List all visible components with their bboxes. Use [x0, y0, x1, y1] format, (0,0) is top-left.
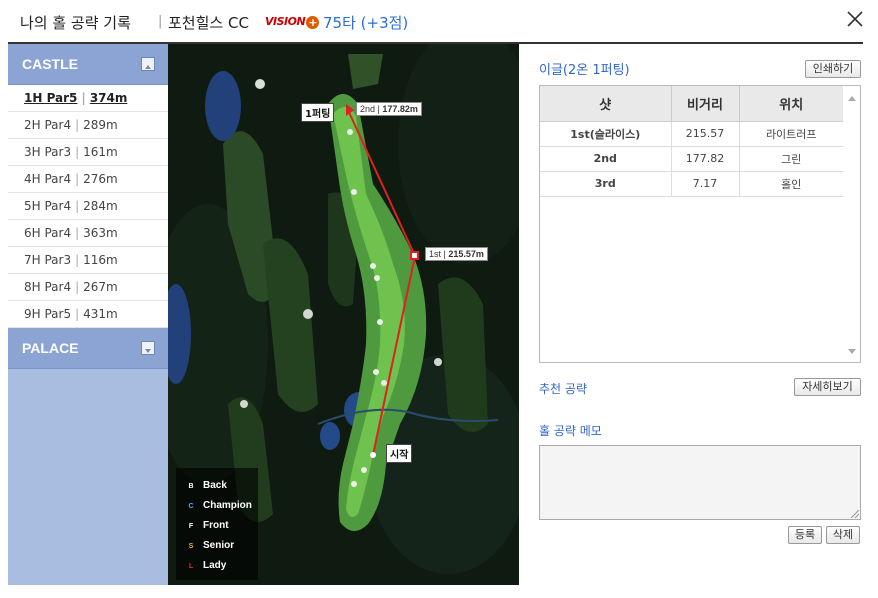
- delete-button[interactable]: 삭제: [826, 526, 860, 544]
- recommend-label: 추천 공략: [539, 382, 587, 396]
- dialog-header: 나의 홀 공략 기록 | 포천힐스 CC VISION + 75타 (+3점): [0, 0, 878, 44]
- tee-marker-icon: B: [188, 483, 194, 490]
- table-scrollbar[interactable]: [843, 86, 860, 362]
- course-header-palace[interactable]: PALACE: [8, 328, 168, 369]
- legend-senior: S Senior: [186, 540, 234, 551]
- page-title: 나의 홀 공략 기록: [20, 14, 131, 32]
- score-summary: 75타 (+3점): [323, 14, 409, 32]
- column-header: 샷: [540, 86, 672, 122]
- shot-table: 샷 비거리 위치 1st(슬라이스) 215.57 라이트러프 2nd 177.…: [539, 85, 861, 363]
- course-name: 포천힐스 CC: [168, 14, 249, 32]
- tee-legend: B Back C Champion F Front S Senior L Lady: [176, 468, 258, 580]
- course-header-castle[interactable]: CASTLE: [8, 44, 168, 85]
- table-row: 1st(슬라이스) 215.57 라이트러프: [540, 121, 844, 147]
- hole-item-6[interactable]: 6H Par4 | 363m: [8, 220, 168, 247]
- tee-marker-icon: F: [188, 523, 194, 530]
- hole-list: 1H Par5 | 374m 2H Par4 | 289m 3H Par3 | 161m 4…: [8, 85, 168, 328]
- memo-textarea[interactable]: [539, 445, 861, 520]
- hole-item-4[interactable]: 4H Par4 | 276m: [8, 166, 168, 193]
- hole-item-9[interactable]: 9H Par5 | 431m: [8, 301, 168, 328]
- result-title: 이글(2온 1퍼팅): [539, 63, 630, 78]
- memo-label: 홀 공략 메모: [539, 424, 602, 438]
- collapse-icon[interactable]: [141, 57, 155, 71]
- column-header: 비거리: [671, 86, 740, 122]
- table-header: 샷 비거리 위치: [540, 86, 844, 122]
- close-icon[interactable]: [846, 10, 864, 28]
- title-separator: |: [158, 14, 163, 29]
- legend-champion: C Champion: [186, 500, 251, 511]
- hole-item-2[interactable]: 2H Par4 | 289m: [8, 112, 168, 139]
- print-button[interactable]: 인쇄하기: [805, 60, 861, 78]
- hole-item-1[interactable]: 1H Par5 | 374m: [8, 85, 168, 112]
- course-label: CASTLE: [22, 56, 78, 72]
- expand-icon[interactable]: [141, 341, 155, 355]
- course-sidebar: CASTLE 1H Par5 | 374m 2H Par4 | 289m 3H Par3…: [8, 44, 168, 585]
- shot-tag-2nd: 2nd | 177.82m: [356, 102, 422, 116]
- scroll-up-icon[interactable]: [848, 96, 856, 101]
- table-row: 3rd 7.17 홀인: [540, 171, 844, 197]
- tee-marker-icon: L: [188, 563, 194, 570]
- green-putt-label: 1퍼팅: [301, 103, 335, 122]
- detail-button[interactable]: 자세히보기: [794, 378, 861, 396]
- register-button[interactable]: 등록: [788, 526, 822, 544]
- hole-item-3[interactable]: 3H Par3 | 161m: [8, 139, 168, 166]
- column-header: 위치: [739, 86, 844, 122]
- hole-map[interactable]: 1퍼팅 2nd | 177.82m 1st | 215.57m 시작 B Back…: [168, 44, 519, 585]
- hole-item-8[interactable]: 8H Par4 | 267m: [8, 274, 168, 301]
- legend-back: B Back: [186, 480, 226, 491]
- scroll-down-icon[interactable]: [848, 349, 856, 354]
- legend-front: F Front: [186, 520, 229, 531]
- legend-lady: L Lady: [186, 560, 226, 571]
- plus-icon: +: [306, 16, 320, 29]
- tee-marker-icon: C: [188, 503, 194, 510]
- tee-marker-icon: S: [188, 543, 194, 550]
- hole-item-5[interactable]: 5H Par4 | 284m: [8, 193, 168, 220]
- vision-logo: VISION +: [265, 15, 320, 29]
- course-label: PALACE: [22, 340, 79, 356]
- table-row: 2nd 177.82 그린: [540, 146, 844, 172]
- resize-grip-icon[interactable]: [851, 510, 859, 518]
- hole-item-7[interactable]: 7H Par3 | 116m: [8, 247, 168, 274]
- start-label: 시작: [386, 444, 413, 463]
- shot-tag-1st: 1st | 215.57m: [425, 247, 488, 261]
